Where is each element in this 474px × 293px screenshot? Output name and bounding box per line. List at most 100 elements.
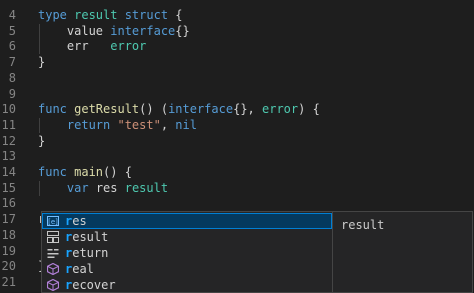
line-number: 14 <box>1 165 16 179</box>
code-token: ) { <box>298 102 320 117</box>
code-token: struct <box>124 8 169 22</box>
suggest-item-label: recover <box>65 277 116 292</box>
suggest-item-label: real <box>65 261 94 277</box>
line-code: } <box>38 134 45 149</box>
code-line[interactable]: 13 <box>0 149 474 164</box>
line-number: 16 <box>1 196 16 211</box>
code-token: {} <box>175 23 190 38</box>
line-number: 11 <box>1 117 16 132</box>
code-line[interactable]: 8 <box>0 71 474 86</box>
code-token: nil <box>175 117 197 132</box>
line-number: 12 <box>1 133 16 148</box>
line-number: 18 <box>1 227 16 242</box>
code-line[interactable]: 4 type result struct { <box>0 8 474 23</box>
suggest-item-recover[interactable]: recover <box>42 277 332 292</box>
line-code: var res result <box>38 181 168 196</box>
suggest-item-return[interactable]: return <box>42 245 332 261</box>
code-token: () ( <box>139 102 169 117</box>
code-line[interactable]: 6 err error <box>0 39 474 55</box>
code-line[interactable]: 15 var res result <box>0 180 474 196</box>
variable-icon: [e] <box>47 215 59 227</box>
line-number: 8 <box>8 70 16 85</box>
line-number: 10 <box>1 102 16 117</box>
suggest-item-label: result <box>65 229 108 245</box>
code-token: type <box>38 8 75 22</box>
suggest-item-res[interactable]: [e] res <box>42 213 332 229</box>
code-line[interactable]: 14 func main() { <box>0 165 474 180</box>
line-number: 5 <box>8 23 16 38</box>
code-token: result <box>74 8 125 22</box>
code-token: error <box>262 102 299 117</box>
suggest-item-real[interactable]: real <box>42 261 332 277</box>
line-number: 9 <box>8 86 16 101</box>
suggest-item-result[interactable]: result <box>42 229 332 245</box>
line-number: 4 <box>8 8 16 22</box>
line-code: err error <box>38 39 146 54</box>
code-token: , <box>160 117 176 132</box>
keyword-icon <box>47 247 59 259</box>
code-token: getResult <box>74 102 140 117</box>
indent-guide <box>39 39 40 55</box>
indent-guide <box>39 23 40 39</box>
line-number: 13 <box>1 149 16 164</box>
code-token: interface <box>110 23 176 38</box>
code-token: func <box>38 102 75 117</box>
line-code: func getResult() (interface{}, error) { <box>38 102 320 117</box>
line-number: 6 <box>8 39 16 54</box>
line-number: 20 <box>1 259 16 274</box>
code-token: err <box>38 39 111 54</box>
code-token: var <box>66 180 96 195</box>
suggest-item-label: res <box>65 213 87 229</box>
line-code: func main() { <box>38 165 132 180</box>
line-code: type result struct { <box>38 8 183 23</box>
code-line[interactable]: 9 <box>0 87 474 102</box>
line-number: 21 <box>1 274 16 289</box>
code-token: "test" <box>117 117 161 132</box>
suggest-item-rest: ecover <box>72 278 116 292</box>
code-token: value <box>38 23 111 38</box>
suggest-item-rest: eal <box>72 262 94 276</box>
code-token: () <box>103 165 125 179</box>
suggest-item-rest: es <box>72 214 87 228</box>
suggest-item-rest: eturn <box>72 246 109 260</box>
function-icon <box>46 278 60 292</box>
code-token: res <box>95 180 125 195</box>
code-token: result <box>124 180 169 195</box>
code-line[interactable]: 10 func getResult() (interface{}, error) … <box>0 102 474 117</box>
code-line[interactable]: 12} <box>0 134 474 149</box>
code-token: main <box>74 165 104 179</box>
line-code: } <box>38 55 45 70</box>
code-token: func <box>38 165 75 179</box>
suggest-item-rest: esult <box>72 230 109 244</box>
code-token: return <box>66 117 118 132</box>
line-code: value interface{} <box>38 24 190 39</box>
line-number: 7 <box>8 55 16 70</box>
code-line[interactable]: 7} <box>0 55 474 70</box>
code-line[interactable]: 5 value interface{} <box>0 23 474 39</box>
code-token: } <box>38 55 46 70</box>
code-token: {}, <box>233 102 262 117</box>
line-number: 19 <box>1 243 16 258</box>
line-code: return "test", nil <box>38 118 197 133</box>
code-token: { <box>168 8 183 22</box>
suggest-detail-text: result <box>341 218 385 232</box>
suggest-item-label: return <box>65 245 108 261</box>
indent-guide <box>39 117 40 133</box>
svg-text:[e]: [e] <box>48 218 58 226</box>
code-token: } <box>38 133 46 148</box>
code-line[interactable]: 16 <box>0 196 474 211</box>
line-number: 15 <box>1 180 16 195</box>
indent-guide <box>39 180 40 196</box>
code-token: interface <box>168 102 234 117</box>
code-token: error <box>110 39 147 54</box>
code-token: { <box>124 165 132 179</box>
function-icon <box>46 262 60 276</box>
suggest-detail-pane: result <box>332 212 472 292</box>
line-number: 17 <box>1 212 16 227</box>
struct-icon <box>47 231 59 243</box>
suggest-list[interactable]: [e] res result return real recover <box>42 212 332 292</box>
code-line[interactable]: 11 return "test", nil <box>0 117 474 133</box>
suggest-widget[interactable]: [e] res result return real recover result <box>41 211 473 293</box>
